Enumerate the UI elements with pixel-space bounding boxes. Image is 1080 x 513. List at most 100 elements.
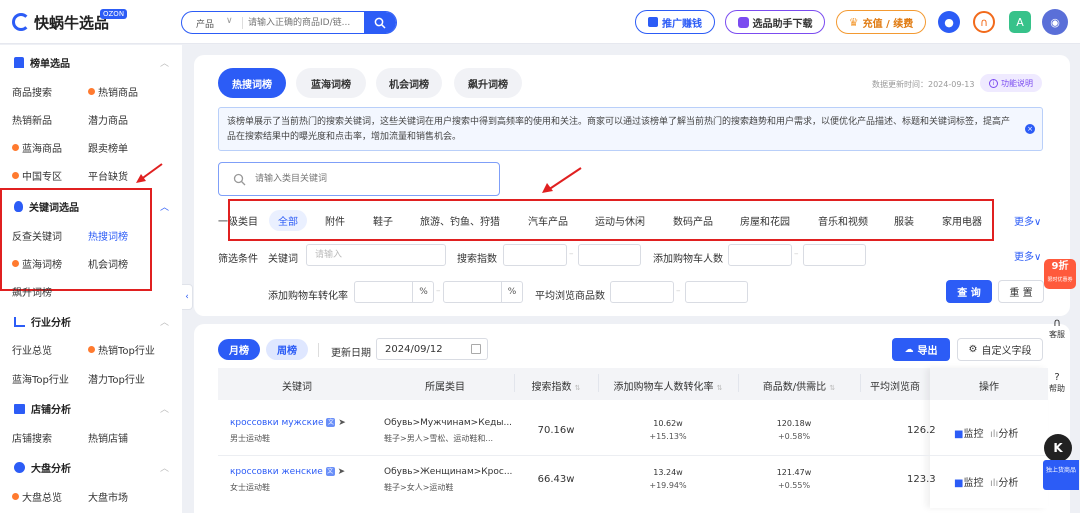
custom-fields-button[interactable]: ⚙ 自定义字段 bbox=[957, 338, 1043, 361]
translate-icon[interactable]: 文 bbox=[325, 467, 335, 476]
sidebar-item-market-overview[interactable]: 大盘总览 bbox=[12, 489, 62, 504]
avg-browse-min[interactable] bbox=[610, 281, 674, 303]
monitor-button[interactable]: ■监控 bbox=[954, 425, 983, 440]
category-search-input[interactable] bbox=[255, 171, 455, 187]
query-button[interactable]: 查 询 bbox=[946, 280, 992, 303]
translate-icon[interactable]: 文 bbox=[326, 418, 336, 427]
sidebar-item-potential-products[interactable]: 潜力商品 bbox=[88, 112, 128, 127]
sidebar-item-product-search[interactable]: 商品搜索 bbox=[12, 84, 52, 99]
sidebar-section-store[interactable]: 店铺分析 bbox=[14, 401, 71, 416]
monthly-toggle[interactable]: 月榜 bbox=[218, 339, 260, 360]
side-upload-button[interactable]: 独上货商品 bbox=[1043, 460, 1079, 490]
keyword-link[interactable]: кроссовки мужские bbox=[230, 418, 324, 428]
sidebar-section-keyword[interactable]: 关键词选品 bbox=[14, 199, 79, 214]
help-link[interactable]: i 功能说明 bbox=[980, 74, 1042, 92]
bell-icon[interactable]: ● bbox=[938, 11, 960, 33]
sidebar-item-reverse-keyword[interactable]: 反查关键词 bbox=[12, 228, 62, 243]
extension-download-button[interactable]: 选品助手下载 bbox=[725, 10, 825, 34]
chevron-up-icon[interactable]: ︿ bbox=[160, 315, 169, 328]
sidebar-section-industry[interactable]: 行业分析 bbox=[14, 314, 71, 329]
sidebar-item-hot-new[interactable]: 热销新品 bbox=[12, 112, 52, 127]
tab-opportunity[interactable]: 机会词榜 bbox=[376, 68, 442, 98]
customer-service[interactable]: ∩ 客服 bbox=[1044, 316, 1070, 340]
sidebar-item-blue-ocean-words[interactable]: 蓝海词榜 bbox=[12, 256, 62, 271]
category-sports[interactable]: 运动与休闲 bbox=[595, 213, 645, 228]
chevron-up-icon[interactable]: ︿ bbox=[160, 402, 169, 415]
filter-more[interactable]: 更多∨ bbox=[1014, 248, 1041, 263]
column-conversion[interactable]: 添加购物车人数转化率 ⇅ bbox=[598, 378, 738, 393]
sidebar-item-industry-overview[interactable]: 行业总览 bbox=[12, 342, 52, 357]
category-shoes[interactable]: 鞋子 bbox=[373, 213, 393, 228]
sidebar-item-hot-shops[interactable]: 热销店铺 bbox=[88, 430, 128, 445]
analyze-button[interactable]: ılı分析 bbox=[990, 425, 1018, 440]
column-keyword[interactable]: 关键词 bbox=[218, 378, 376, 393]
add-cart-min[interactable] bbox=[728, 244, 792, 266]
sidebar-item-platform-shortage[interactable]: 平台缺货 bbox=[88, 168, 128, 183]
search-index-max[interactable] bbox=[578, 244, 641, 266]
app-icon[interactable]: A bbox=[1009, 11, 1031, 33]
column-search-index[interactable]: 搜索指数 ⇅ bbox=[514, 378, 598, 393]
category-home[interactable]: 房屋和花园 bbox=[740, 213, 790, 228]
sidebar-collapse-button[interactable]: ‹ bbox=[182, 284, 193, 310]
monitor-button[interactable]: ■监控 bbox=[954, 474, 983, 489]
sidebar-item-hot-search[interactable]: 热搜词榜 bbox=[88, 228, 128, 243]
k-logo-icon[interactable]: K bbox=[1044, 434, 1072, 462]
add-cart-max[interactable] bbox=[803, 244, 866, 266]
fire-icon bbox=[14, 201, 23, 212]
category-music[interactable]: 音乐和视频 bbox=[818, 213, 868, 228]
promo-button[interactable]: 推广赚钱 bbox=[635, 10, 715, 34]
column-category[interactable]: 所属类目 bbox=[376, 378, 514, 393]
reset-button[interactable]: 重 置 bbox=[998, 280, 1044, 303]
tab-hot-search[interactable]: 热搜词榜 bbox=[218, 68, 286, 98]
sidebar-item-blue-top-industry[interactable]: 蓝海Top行业 bbox=[12, 371, 69, 386]
weekly-toggle[interactable]: 周榜 bbox=[266, 339, 308, 360]
sidebar-section-list[interactable]: 榜单选品 bbox=[14, 55, 70, 70]
help-widget[interactable]: ? 帮助 bbox=[1044, 372, 1070, 394]
discount-widget[interactable]: 9折 限时优惠券 bbox=[1044, 259, 1076, 289]
category-auto[interactable]: 汽车产品 bbox=[528, 213, 568, 228]
sidebar-item-hot-top-industry[interactable]: 热销Top行业 bbox=[88, 342, 155, 357]
category-more[interactable]: 更多∨ bbox=[1014, 213, 1041, 228]
sidebar-item-potential-top-industry[interactable]: 潜力Top行业 bbox=[88, 371, 145, 386]
tab-blue-ocean[interactable]: 蓝海词榜 bbox=[296, 68, 366, 98]
avatar[interactable]: ◉ bbox=[1042, 9, 1068, 35]
column-supply[interactable]: 商品数/供需比 ⇅ bbox=[738, 378, 860, 393]
app-logo[interactable]: 快蜗牛选品 bbox=[34, 12, 109, 33]
sidebar-item-blue-ocean-products[interactable]: 蓝海商品 bbox=[12, 140, 62, 155]
sidebar-item-follow-list[interactable]: 跟卖榜单 bbox=[88, 140, 128, 155]
category-digital[interactable]: 数码产品 bbox=[673, 213, 713, 228]
chevron-down-icon[interactable]: ∨ bbox=[226, 16, 233, 26]
sidebar-item-opportunity-words[interactable]: 机会词榜 bbox=[88, 256, 128, 271]
sidebar-section-market[interactable]: 大盘分析 bbox=[14, 460, 71, 475]
recharge-button[interactable]: ♛ 充值 / 续费 bbox=[836, 10, 926, 34]
chevron-up-icon[interactable]: ︿ bbox=[160, 56, 169, 69]
avg-browse-max[interactable] bbox=[685, 281, 748, 303]
send-icon[interactable]: ➤ bbox=[338, 467, 346, 477]
sidebar-item-china-zone[interactable]: 中国专区 bbox=[12, 168, 62, 183]
category-appliances[interactable]: 家用电器 bbox=[942, 213, 982, 228]
sidebar-item-soaring-words[interactable]: 飙升词榜 bbox=[12, 284, 52, 299]
category-accessories[interactable]: 附件 bbox=[325, 213, 345, 228]
send-icon[interactable]: ➤ bbox=[338, 418, 346, 428]
sidebar-item-market[interactable]: 大盘市场 bbox=[88, 489, 128, 504]
keyword-input[interactable]: 请输入 bbox=[306, 244, 446, 266]
column-avg-browse[interactable]: 平均浏览商 bbox=[870, 378, 930, 393]
sidebar-item-shop-search[interactable]: 店铺搜索 bbox=[12, 430, 52, 445]
keyword-link[interactable]: кроссовки женские bbox=[230, 467, 323, 477]
chevron-up-icon[interactable]: ︿ bbox=[160, 200, 169, 213]
date-picker[interactable]: 2024/09/12 bbox=[376, 338, 488, 360]
export-button[interactable]: ☁ 导出 bbox=[892, 338, 950, 361]
category-clothing[interactable]: 服装 bbox=[894, 213, 914, 228]
analyze-button[interactable]: ılı分析 bbox=[990, 474, 1018, 489]
search-button[interactable] bbox=[364, 12, 396, 33]
chevron-up-icon[interactable]: ︿ bbox=[160, 461, 169, 474]
category-travel[interactable]: 旅游、钓鱼、狩猎 bbox=[420, 213, 500, 228]
close-icon[interactable]: × bbox=[1025, 124, 1035, 134]
category-all[interactable]: 全部 bbox=[269, 210, 307, 231]
tab-soaring[interactable]: 飙升词榜 bbox=[454, 68, 522, 98]
search-type-select[interactable]: 产品 bbox=[196, 17, 214, 30]
headset-icon[interactable]: ∩ bbox=[973, 11, 995, 33]
search-input[interactable] bbox=[248, 14, 358, 31]
search-index-min[interactable] bbox=[503, 244, 567, 266]
sidebar-item-hot-products[interactable]: 热销商品 bbox=[88, 84, 138, 99]
